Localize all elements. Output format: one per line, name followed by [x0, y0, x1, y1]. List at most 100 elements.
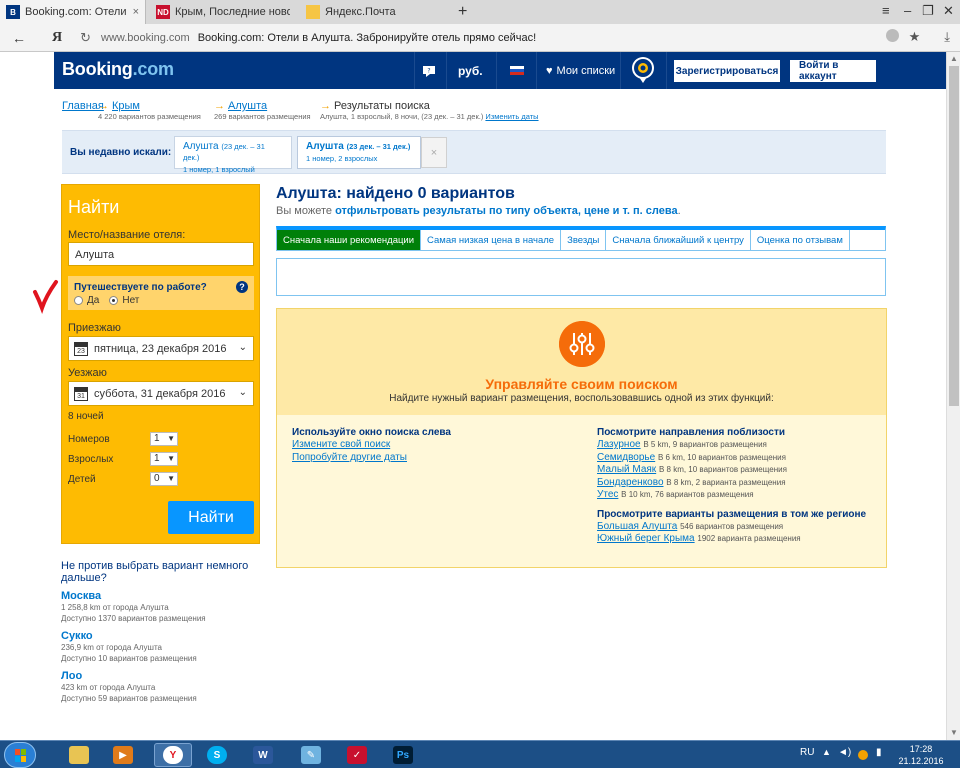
network-icon[interactable]: ▮ — [876, 747, 882, 758]
red-app-icon: ✓ — [347, 746, 367, 764]
page-scrollbar[interactable]: ▲ ▼ — [946, 52, 960, 740]
tab-stars[interactable]: Звезды — [561, 230, 607, 250]
reload-icon[interactable]: ↻ — [80, 30, 91, 46]
results-subtitle: Вы можете отфильтровать результаты по ти… — [276, 205, 681, 217]
tab-title: Booking.com: Отели в Ал — [25, 6, 127, 18]
close-recent-icon[interactable]: × — [421, 137, 447, 168]
windows-taskbar: ▶ Y S W ✎ ✓ Ps RU ▲ ◄) ▮ 17:28 21.12.201… — [0, 740, 960, 768]
tab-recommended[interactable]: Сначала наши рекомендации — [277, 230, 422, 250]
tab-mail[interactable]: Яндекс.Почта — [300, 0, 446, 24]
url-host[interactable]: www.booking.com — [101, 32, 190, 44]
tab-distance[interactable]: Сначала ближайший к центру — [606, 230, 751, 250]
help-icon[interactable]: ? — [236, 281, 248, 293]
close-tab-icon[interactable]: × — [133, 6, 139, 18]
site-header: Booking.com ? руб. ♥ Мои списки Зарегист… — [54, 52, 946, 89]
nearby-destination-link[interactable]: Бондаренково — [597, 477, 664, 488]
manage-title: Управляйте своим поиском — [485, 376, 678, 392]
tab-news[interactable]: ND Крым, Последние новости — [150, 0, 296, 24]
booking-logo[interactable]: Booking.com — [62, 59, 174, 80]
taskbar-word[interactable]: W — [244, 743, 282, 767]
recent-searches-label: Вы недавно искали: — [70, 147, 172, 158]
taskbar-app-red[interactable]: ✓ — [338, 743, 376, 767]
destination-input[interactable]: Алушта — [68, 242, 254, 266]
nearby-city-link[interactable]: Лоо — [61, 670, 261, 682]
volume-icon[interactable]: ◄) — [838, 747, 851, 758]
children-select[interactable]: 0 ▼ — [150, 472, 178, 486]
bookmark-star-icon[interactable]: ★ — [909, 29, 921, 45]
taskbar-paint[interactable]: ✎ — [292, 743, 330, 767]
login-button[interactable]: Войти в аккаунт — [790, 60, 876, 82]
tray-app-icon[interactable] — [858, 750, 868, 760]
tab-lowest-price[interactable]: Самая низкая цена в начале — [421, 230, 562, 250]
taskbar-photoshop[interactable]: Ps — [384, 743, 422, 767]
rooms-select[interactable]: 1 ▼ — [150, 432, 178, 446]
language-selector[interactable] — [510, 52, 524, 89]
region-heading: Просмотрите варианты размещения в том же… — [597, 508, 867, 520]
checkout-date-select[interactable]: 31 суббота, 31 декабря 2016 ⌄ — [68, 381, 254, 406]
menu-icon[interactable]: ≡ — [882, 3, 890, 18]
nearby-distance: 423 km от города Алушта — [61, 683, 156, 692]
currency-selector[interactable]: руб. — [458, 52, 483, 89]
restore-icon[interactable]: ❐ — [922, 3, 934, 19]
chat-icon[interactable]: ? — [422, 52, 442, 89]
system-clock[interactable]: 17:28 21.12.2016 — [896, 743, 946, 767]
breadcrumb-results-summary: Алушта, 1 взрослый, 8 ночи, (23 дек. – 3… — [320, 112, 484, 121]
nearby-destination-link[interactable]: Утес — [597, 489, 618, 500]
mail-favicon-icon — [306, 5, 320, 19]
taskbar-media-player[interactable]: ▶ — [104, 743, 142, 767]
change-dates-link[interactable]: Изменить даты — [485, 112, 538, 121]
nights-count: 8 ночей — [68, 411, 104, 422]
scroll-down-icon[interactable]: ▼ — [950, 728, 958, 737]
yandex-icon[interactable]: Я — [52, 30, 62, 46]
minimize-icon[interactable]: – — [904, 3, 911, 18]
search-button[interactable]: Найти — [168, 501, 254, 534]
scrollbar-thumb[interactable] — [949, 66, 959, 406]
recent-search-card[interactable]: Алушта (23 дек. – 31 дек.) 1 номер, 1 вз… — [174, 136, 292, 174]
taskbar-skype[interactable]: S — [198, 743, 236, 767]
breadcrumb-alushta[interactable]: Алушта — [228, 100, 267, 112]
taskbar-yandex-browser[interactable]: Y — [154, 743, 192, 767]
my-lists-link[interactable]: ♥ Мои списки — [546, 52, 615, 89]
download-icon[interactable]: ⤓ — [944, 29, 950, 45]
heart-icon: ♥ — [546, 64, 553, 77]
checkin-date-select[interactable]: 23 пятница, 23 декабря 2016 ⌄ — [68, 336, 254, 361]
region-link[interactable]: Южный берег Крыма — [597, 533, 695, 544]
breadcrumb-crimea[interactable]: Крым — [112, 100, 140, 112]
region-link[interactable]: Большая Алушта — [597, 521, 677, 532]
tray-arrow-icon[interactable]: ▲ — [822, 747, 831, 757]
url-page-title[interactable]: Booking.com: Отели в Алушта. Забронируйт… — [198, 32, 536, 44]
calendar-icon: 31 — [74, 386, 88, 401]
tab-review-score[interactable]: Оценка по отзывам — [751, 230, 850, 250]
back-arrow-icon[interactable]: ← — [12, 30, 26, 46]
rooms-label: Номеров — [68, 434, 110, 445]
nearby-destination-link[interactable]: Лазурное — [597, 439, 641, 450]
media-player-icon: ▶ — [113, 746, 133, 764]
taskbar-explorer[interactable] — [60, 743, 98, 767]
breadcrumb-crimea-count: 4 220 вариантов размещения — [98, 112, 201, 121]
nearby-destination-link[interactable]: Малый Маяк — [597, 464, 656, 475]
filter-hint-link[interactable]: отфильтровать результаты по типу объекта… — [335, 205, 678, 217]
extension-icon[interactable] — [885, 29, 899, 42]
language-indicator[interactable]: RU — [800, 747, 814, 758]
close-window-icon[interactable]: ✕ — [943, 3, 954, 19]
start-button[interactable] — [4, 742, 36, 768]
register-button[interactable]: Зарегистрироваться — [674, 60, 780, 82]
nearby-destination-link[interactable]: Семидворье — [597, 452, 655, 463]
nearby-city-link[interactable]: Москва — [61, 590, 261, 602]
recent-search-card-selected[interactable]: Алушта (23 дек. – 31 дек.) 1 номер, 2 вз… — [297, 136, 421, 169]
business-yes-radio[interactable] — [74, 296, 83, 305]
change-search-link[interactable]: Измените свой поиск — [292, 439, 390, 450]
arrow-right-icon: → — [214, 100, 225, 112]
adults-select[interactable]: 1 ▼ — [150, 452, 178, 466]
location-pin-icon[interactable] — [630, 56, 656, 84]
results-header: Алушта: найдено 0 вариантов Вы можете от… — [276, 185, 886, 217]
other-dates-link[interactable]: Попробуйте другие даты — [292, 452, 407, 463]
tab-booking[interactable]: B Booking.com: Отели в Ал × — [0, 0, 146, 24]
scroll-up-icon[interactable]: ▲ — [950, 54, 958, 63]
arrow-right-icon: → — [320, 100, 331, 112]
new-tab-button[interactable]: + — [452, 0, 474, 24]
place-label: Место/название отеля: — [68, 229, 186, 241]
business-no-radio[interactable] — [109, 296, 119, 305]
red-checkmark-icon — [33, 280, 58, 314]
nearby-city-link[interactable]: Сукко — [61, 630, 261, 642]
